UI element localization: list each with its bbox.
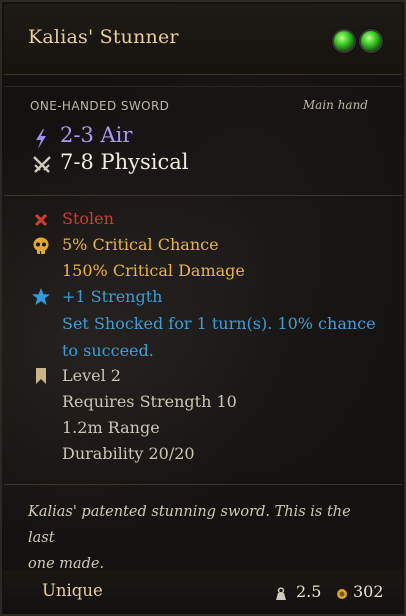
strength-bonus: +1 Strength xyxy=(62,287,163,306)
item-properties: Stolen 5% Critical Chance 150% Critical … xyxy=(4,202,402,482)
item-description: Kalias' patented stunning sword. This is… xyxy=(28,499,368,577)
item-weight: 2.5 xyxy=(296,582,322,601)
item-title: Kalias' Stunner xyxy=(28,26,179,48)
strength-requirement: Requires Strength 10 xyxy=(62,392,237,411)
physical-damage: 7-8 Physical xyxy=(60,150,189,174)
description-section: Kalias' patented stunning sword. This is… xyxy=(4,484,402,572)
item-type-label: ONE-HANDED SWORD xyxy=(30,99,170,113)
star-icon xyxy=(32,288,50,305)
crossed-swords-icon xyxy=(33,156,51,173)
weapon-info-section: ONE-HANDED SWORD Main hand 2-3 Air 7-8 P… xyxy=(4,86,402,196)
rarity-label: Unique xyxy=(42,581,103,600)
air-damage: 2-3 Air xyxy=(60,123,133,147)
weapon-range: 1.2m Range xyxy=(62,418,160,437)
weight-icon xyxy=(276,587,286,600)
skull-icon xyxy=(33,237,49,254)
critical-chance: 5% Critical Chance xyxy=(62,235,219,254)
item-tooltip: Kalias' Stunner ONE-HANDED SWORD Main ha… xyxy=(0,0,406,616)
shock-effect-line1: Set Shocked for 1 turn(s). 10% chance xyxy=(62,314,376,333)
description-line: Kalias' patented stunning sword. This is… xyxy=(28,504,351,546)
stolen-status: Stolen xyxy=(62,209,114,228)
stolen-x-icon xyxy=(34,213,48,227)
durability: Durability 20/20 xyxy=(62,444,195,463)
tooltip-header: Kalias' Stunner xyxy=(4,4,402,75)
critical-damage: 150% Critical Damage xyxy=(62,261,245,280)
item-value: 302 xyxy=(353,582,384,601)
rune-slot-icon[interactable] xyxy=(334,31,354,51)
rune-slot-icon[interactable] xyxy=(361,31,381,51)
gold-coin-icon xyxy=(337,589,347,599)
shock-effect-line2: to succeed. xyxy=(62,341,154,360)
slot-label: Main hand xyxy=(302,98,368,112)
tooltip-footer: Unique 2.5 302 xyxy=(4,570,402,614)
lightning-icon xyxy=(36,129,46,149)
bookmark-icon xyxy=(36,368,46,384)
item-level: Level 2 xyxy=(62,366,121,385)
